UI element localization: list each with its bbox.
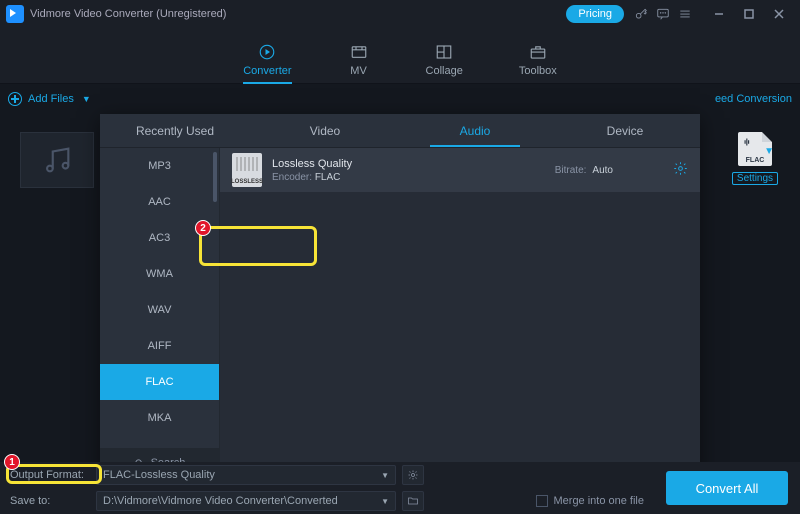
plus-icon (8, 92, 22, 106)
profile-bitrate: Bitrate: Auto (555, 165, 613, 176)
tab-collage[interactable]: Collage (426, 43, 463, 79)
tab-mv-label: MV (350, 65, 367, 77)
toolbar: Add Files ▼ eed Conversion (0, 84, 800, 114)
format-list[interactable]: MP3 AAC AC3 WMA WAV AIFF FLAC MKA Search (100, 148, 220, 478)
annotation-badge-2: 2 (195, 220, 211, 236)
save-to-value: D:\Vidmore\Vidmore Video Converter\Conve… (103, 495, 338, 507)
bottom-bar: Output Format: FLAC-Lossless Quality ▼ S… (0, 462, 800, 514)
output-format-tile: FLAC ▼ Settings (730, 132, 780, 185)
add-files-label: Add Files (28, 93, 74, 105)
audio-wave-icon (741, 135, 755, 149)
app-logo-icon (6, 5, 24, 23)
output-format-value: FLAC-Lossless Quality (103, 469, 215, 481)
output-format-settings-button[interactable] (402, 465, 424, 485)
file-thumbnail[interactable] (20, 132, 94, 188)
tab-converter[interactable]: Converter (243, 43, 291, 79)
format-item-aac[interactable]: AAC (100, 184, 219, 220)
format-picker-popup: Recently Used Video Audio Device MP3 AAC… (100, 114, 700, 478)
profile-thumb-label: LOSSLESS (231, 179, 263, 185)
feedback-icon-button[interactable] (652, 3, 674, 25)
format-item-flac[interactable]: FLAC (100, 364, 219, 400)
minimize-button[interactable] (704, 0, 734, 28)
high-speed-conversion-toggle[interactable]: eed Conversion (715, 93, 792, 105)
chevron-down-icon[interactable]: ▼ (764, 146, 774, 157)
format-category-tabs: Recently Used Video Audio Device (100, 114, 700, 148)
tab-video[interactable]: Video (250, 114, 400, 147)
module-tabs: Converter MV Collage Toolbox (0, 28, 800, 84)
menu-icon-button[interactable] (674, 3, 696, 25)
collage-icon (433, 43, 455, 61)
add-files-button[interactable]: Add Files ▼ (8, 92, 91, 106)
tab-device[interactable]: Device (550, 114, 700, 147)
chevron-down-icon: ▼ (82, 94, 91, 104)
converter-icon (256, 43, 278, 61)
tab-collage-label: Collage (426, 65, 463, 77)
tab-recently-used[interactable]: Recently Used (100, 114, 250, 147)
format-item-mp3[interactable]: MP3 (100, 148, 219, 184)
format-item-mka[interactable]: MKA (100, 400, 219, 436)
format-item-wav[interactable]: WAV (100, 292, 219, 328)
profile-pane: LOSSLESS Lossless Quality Encoder: FLAC … (220, 148, 700, 478)
merge-label: Merge into one file (554, 495, 645, 507)
tab-toolbox-label: Toolbox (519, 65, 557, 77)
window-controls (704, 0, 794, 28)
pricing-button[interactable]: Pricing (566, 5, 624, 23)
pricing-label: Pricing (578, 8, 612, 20)
checkbox-box-icon (536, 495, 548, 507)
app-title: Vidmore Video Converter (Unregistered) (30, 8, 226, 20)
tab-toolbox[interactable]: Toolbox (519, 43, 557, 79)
chevron-down-icon: ▼ (381, 471, 389, 480)
bitrate-label: Bitrate: (555, 165, 587, 176)
open-folder-button[interactable] (402, 491, 424, 511)
tab-mv[interactable]: MV (348, 43, 370, 79)
format-item-aiff[interactable]: AIFF (100, 328, 219, 364)
output-format-label: Output Format: (10, 469, 90, 481)
chevron-down-icon: ▼ (381, 497, 389, 506)
toolbox-icon (527, 43, 549, 61)
profile-thumb-icon: LOSSLESS (232, 153, 262, 187)
bitrate-value: Auto (592, 165, 613, 176)
save-to-select[interactable]: D:\Vidmore\Vidmore Video Converter\Conve… (96, 491, 396, 511)
merge-checkbox[interactable]: Merge into one file (536, 495, 645, 507)
output-format-select[interactable]: FLAC-Lossless Quality ▼ (96, 465, 396, 485)
profile-row-lossless[interactable]: LOSSLESS Lossless Quality Encoder: FLAC … (220, 148, 700, 192)
close-button[interactable] (764, 0, 794, 28)
encoder-label: Encoder: (272, 172, 312, 183)
maximize-button[interactable] (734, 0, 764, 28)
format-item-wma[interactable]: WMA (100, 256, 219, 292)
output-format-code: FLAC (746, 157, 765, 164)
scrollbar-thumb[interactable] (213, 152, 217, 202)
profile-settings-button[interactable] (673, 161, 688, 179)
settings-link[interactable]: Settings (732, 172, 778, 185)
profile-text: Lossless Quality Encoder: FLAC (272, 158, 352, 183)
profile-title: Lossless Quality (272, 158, 352, 170)
app-window: Vidmore Video Converter (Unregistered) P… (0, 0, 800, 514)
tab-audio[interactable]: Audio (400, 114, 550, 147)
save-to-label: Save to: (10, 495, 90, 507)
convert-all-button[interactable]: Convert All (666, 471, 788, 505)
encoder-value: FLAC (315, 172, 341, 183)
annotation-badge-1: 1 (4, 454, 20, 470)
tab-converter-label: Converter (243, 65, 291, 77)
title-bar: Vidmore Video Converter (Unregistered) P… (0, 0, 800, 28)
music-note-icon (40, 143, 74, 177)
profile-encoder: Encoder: FLAC (272, 172, 352, 183)
mv-icon (348, 43, 370, 61)
key-icon-button[interactable] (630, 3, 652, 25)
main-area: FLAC ▼ Settings Recently Used Video Audi… (0, 114, 800, 462)
